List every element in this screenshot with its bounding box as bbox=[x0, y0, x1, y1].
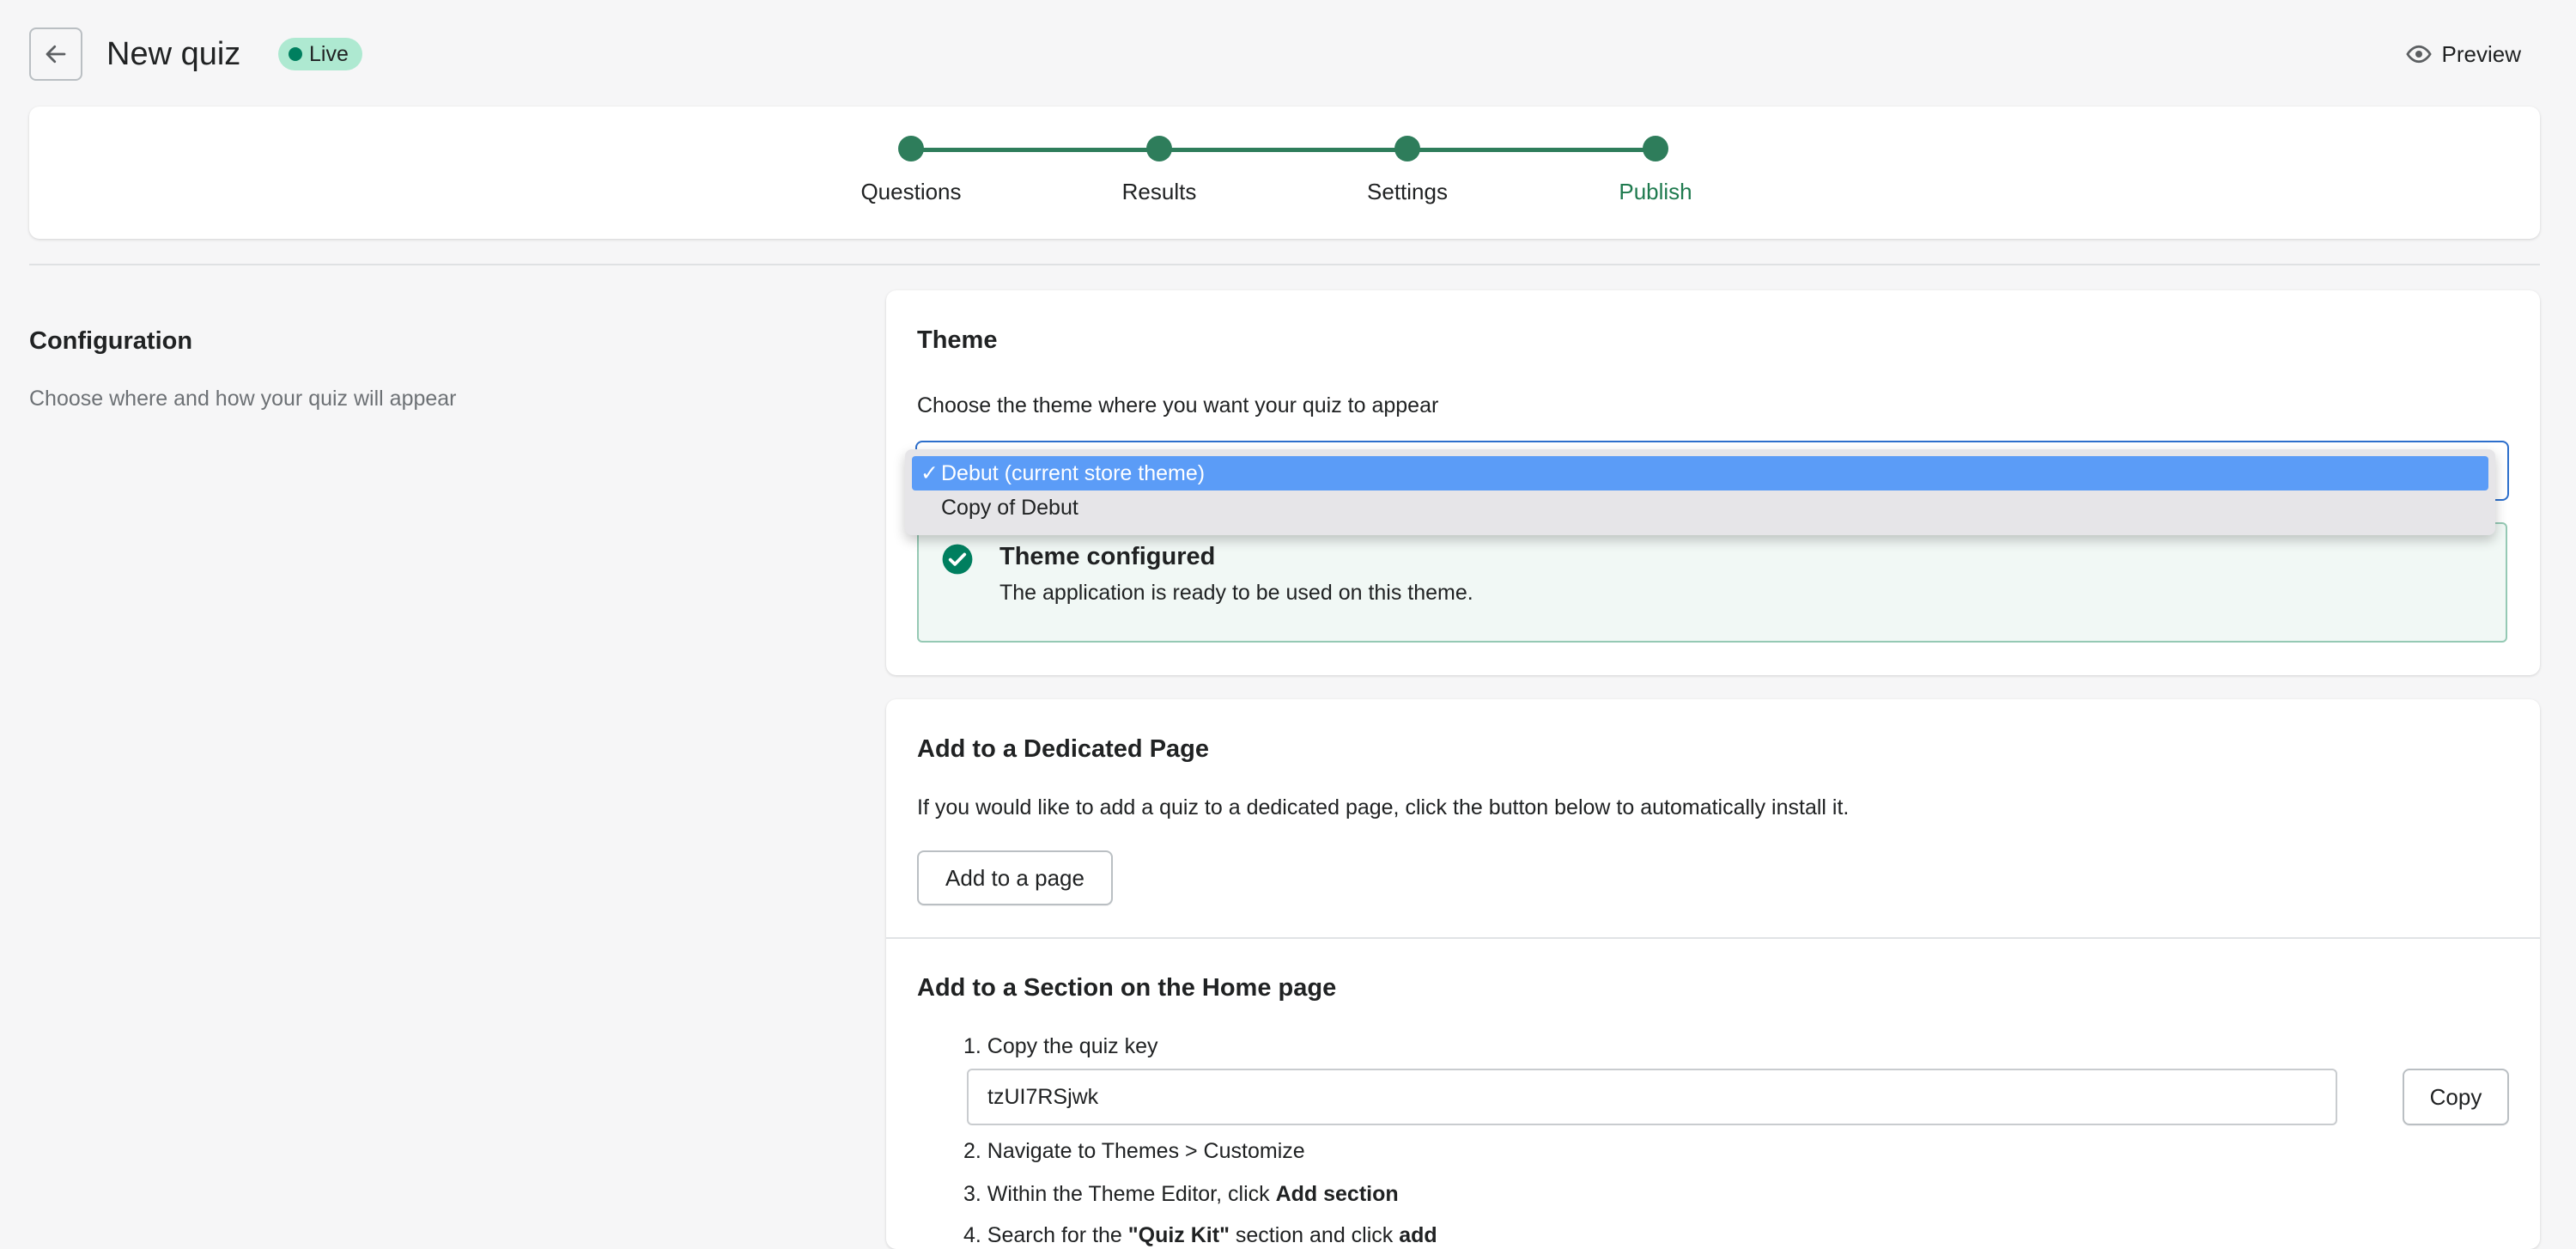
page-title: New quiz bbox=[106, 36, 241, 72]
configuration-description: Choose where and how your quiz will appe… bbox=[29, 387, 457, 411]
list-item: 3. Within the Theme Editor, click Add se… bbox=[963, 1182, 1399, 1207]
step-results[interactable]: Results bbox=[1073, 136, 1245, 205]
step-settings[interactable]: Settings bbox=[1321, 136, 1493, 205]
step-dot bbox=[898, 136, 924, 161]
section-divider bbox=[29, 264, 2540, 265]
banner-title: Theme configured bbox=[999, 543, 1216, 570]
step4-end: add bbox=[1399, 1223, 1437, 1247]
step-dot bbox=[1643, 136, 1668, 161]
step-publish[interactable]: Publish bbox=[1570, 136, 1741, 205]
step-label: Publish bbox=[1619, 179, 1692, 204]
dedicated-page-title: Add to a Dedicated Page bbox=[917, 735, 1210, 763]
list-number: 4. bbox=[963, 1223, 987, 1247]
list-number: 2. bbox=[963, 1139, 987, 1163]
copy-button[interactable]: Copy bbox=[2403, 1069, 2509, 1125]
dropdown-option[interactable]: Copy of Debut bbox=[912, 490, 2488, 525]
dropdown-option[interactable]: ✓ Debut (current store theme) bbox=[912, 456, 2488, 490]
step-label: Settings bbox=[1367, 179, 1448, 204]
dedicated-page-description: If you would like to add a quiz to a ded… bbox=[917, 795, 1850, 819]
status-dot-icon bbox=[289, 47, 302, 61]
home-section-title: Add to a Section on the Home page bbox=[917, 974, 1337, 1002]
checkmark-icon: ✓ bbox=[920, 461, 939, 485]
stepper-line bbox=[911, 148, 1652, 152]
preview-label: Preview bbox=[2441, 40, 2521, 67]
step1-text: Copy the quiz key bbox=[987, 1034, 1158, 1058]
progress-stepper: Questions Results Settings Publish bbox=[29, 107, 2540, 239]
back-button[interactable] bbox=[29, 27, 82, 81]
configuration-title: Configuration bbox=[29, 327, 193, 355]
step-dot bbox=[1394, 136, 1420, 161]
preview-button[interactable]: Preview bbox=[2405, 36, 2521, 72]
option-label: Debut (current store theme) bbox=[941, 461, 1206, 485]
list-item: 1. Copy the quiz key bbox=[963, 1034, 1158, 1059]
theme-configured-banner: Theme configured The application is read… bbox=[917, 522, 2507, 643]
quiz-key-field[interactable]: tzUI7RSjwk bbox=[967, 1069, 2337, 1125]
check-circle-icon bbox=[942, 544, 973, 575]
step3-bold: Add section bbox=[1275, 1182, 1399, 1206]
step4-bold: "Quiz Kit" bbox=[1127, 1223, 1230, 1247]
theme-card-title: Theme bbox=[917, 326, 998, 354]
add-to-page-button[interactable]: Add to a page bbox=[917, 850, 1113, 905]
step-dot bbox=[1146, 136, 1172, 161]
list-number: 3. bbox=[963, 1182, 987, 1206]
page-header: New quiz Live Preview bbox=[29, 27, 2547, 81]
banner-text: The application is ready to be used on t… bbox=[999, 581, 1473, 605]
status-badge: Live bbox=[278, 38, 362, 70]
step-label: Questions bbox=[860, 179, 962, 204]
status-badge-label: Live bbox=[309, 41, 349, 66]
step4-text: Search for the bbox=[987, 1223, 1128, 1247]
theme-card-description: Choose the theme where you want your qui… bbox=[917, 393, 1439, 417]
list-number: 1. bbox=[963, 1034, 987, 1058]
arrow-left-icon bbox=[46, 45, 66, 64]
step4-mid: section and click bbox=[1229, 1223, 1400, 1247]
install-card: Add to a Dedicated Page If you would lik… bbox=[886, 699, 2540, 1249]
card-section-divider bbox=[886, 937, 2540, 939]
theme-select-dropdown: ✓ Debut (current store theme) Copy of De… bbox=[905, 449, 2495, 535]
step2-text: Navigate to Themes > Customize bbox=[987, 1139, 1305, 1163]
eye-icon bbox=[2405, 45, 2432, 64]
step-questions[interactable]: Questions bbox=[825, 136, 997, 205]
step3-text: Within the Theme Editor, click bbox=[987, 1182, 1276, 1206]
option-label: Copy of Debut bbox=[941, 496, 1078, 520]
list-item: 2. Navigate to Themes > Customize bbox=[963, 1139, 1305, 1164]
step-label: Results bbox=[1121, 179, 1197, 204]
